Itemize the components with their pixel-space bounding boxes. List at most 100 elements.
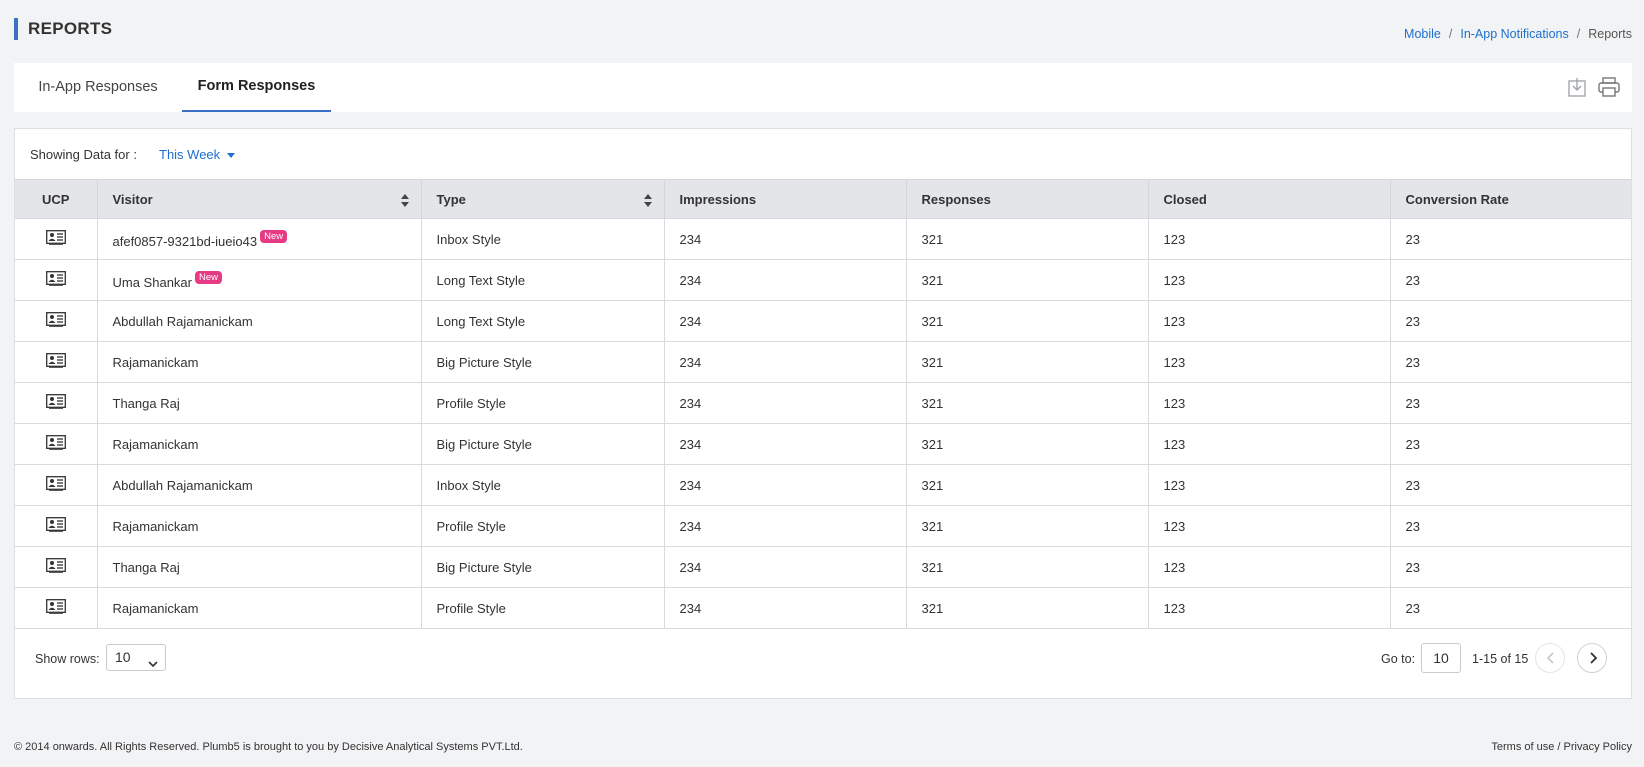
ucp-cell bbox=[15, 218, 98, 260]
type-cell: Profile Style bbox=[421, 587, 665, 629]
responses-cell: 321 bbox=[906, 464, 1149, 506]
closed-cell: 123 bbox=[1148, 218, 1391, 260]
visitor-name[interactable]: Rajamanickam bbox=[113, 355, 199, 370]
type-cell: Profile Style bbox=[421, 382, 665, 424]
contact-card-icon[interactable] bbox=[45, 312, 66, 330]
column-header-closed: Closed bbox=[1148, 179, 1391, 219]
visitor-name[interactable]: Rajamanickam bbox=[113, 519, 199, 534]
page-header: REPORTS Mobile / In-App Notifications / Repo… bbox=[14, 18, 1632, 42]
table-row: Thanga Raj Big Picture Style 234 321 123 23 bbox=[15, 546, 1631, 588]
impressions-cell: 234 bbox=[664, 218, 907, 260]
ucp-cell bbox=[15, 464, 98, 506]
show-rows-select[interactable]: 10 bbox=[106, 644, 166, 671]
conversion-rate-cell: 23 bbox=[1390, 259, 1631, 301]
closed-cell: 123 bbox=[1148, 259, 1391, 301]
breadcrumb-current: Reports bbox=[1588, 27, 1632, 41]
responses-cell: 321 bbox=[906, 505, 1149, 547]
visitor-name[interactable]: Thanga Raj bbox=[113, 396, 180, 411]
contact-card-icon[interactable] bbox=[45, 476, 66, 494]
type-cell: Long Text Style bbox=[421, 259, 665, 301]
ucp-cell bbox=[15, 259, 98, 301]
contact-card-icon[interactable] bbox=[45, 271, 66, 289]
impressions-cell: 234 bbox=[664, 341, 907, 383]
download-icon[interactable] bbox=[1568, 77, 1586, 100]
visitor-cell: Rajamanickam bbox=[97, 505, 422, 547]
chevron-left-icon bbox=[1546, 652, 1554, 664]
contact-card-icon[interactable] bbox=[45, 517, 66, 535]
responses-cell: 321 bbox=[906, 587, 1149, 629]
copyright-text: © 2014 onwards. All Rights Reserved. Plu… bbox=[14, 741, 523, 753]
tab-form-responses[interactable]: Form Responses bbox=[182, 63, 331, 112]
tab-in-app-responses[interactable]: In-App Responses bbox=[28, 63, 168, 112]
contact-card-icon[interactable] bbox=[45, 599, 66, 617]
column-header-type[interactable]: Type bbox=[421, 179, 665, 219]
breadcrumb-in-app-notifications[interactable]: In-App Notifications bbox=[1460, 27, 1568, 41]
conversion-rate-cell: 23 bbox=[1390, 382, 1631, 424]
responses-cell: 321 bbox=[906, 546, 1149, 588]
impressions-cell: 234 bbox=[664, 382, 907, 424]
breadcrumb-mobile[interactable]: Mobile bbox=[1404, 27, 1441, 41]
contact-card-icon[interactable] bbox=[45, 435, 66, 453]
conversion-rate-cell: 23 bbox=[1390, 341, 1631, 383]
next-page-button[interactable] bbox=[1577, 643, 1607, 673]
closed-cell: 123 bbox=[1148, 300, 1391, 342]
new-badge: New bbox=[194, 270, 222, 284]
ucp-cell bbox=[15, 505, 98, 547]
table-row: Rajamanickam Profile Style 234 321 123 23 bbox=[15, 587, 1631, 629]
footer-links: Terms of use / Privacy Policy bbox=[1491, 741, 1632, 753]
chevron-right-icon bbox=[1590, 652, 1598, 664]
column-header-impressions: Impressions bbox=[664, 179, 907, 219]
type-cell: Big Picture Style bbox=[421, 546, 665, 588]
sort-icon[interactable] bbox=[400, 194, 409, 210]
visitor-cell: Thanga Raj bbox=[97, 382, 422, 424]
goto-page-input[interactable]: 10 bbox=[1421, 643, 1461, 673]
new-badge: New bbox=[260, 229, 288, 243]
visitor-name[interactable]: Abdullah Rajamanickam bbox=[113, 314, 253, 329]
visitor-cell: Thanga Raj bbox=[97, 546, 422, 588]
table-header-row: UCP Visitor Type Impressions Responses C… bbox=[15, 179, 1631, 219]
impressions-cell: 234 bbox=[664, 259, 907, 301]
visitor-name[interactable]: Rajamanickam bbox=[113, 437, 199, 452]
table-row: Rajamanickam Profile Style 234 321 123 23 bbox=[15, 505, 1631, 547]
type-cell: Inbox Style bbox=[421, 464, 665, 506]
closed-cell: 123 bbox=[1148, 505, 1391, 547]
caret-down-icon bbox=[227, 153, 236, 159]
closed-cell: 123 bbox=[1148, 587, 1391, 629]
visitor-name[interactable]: Rajamanickam bbox=[113, 601, 199, 616]
visitor-cell: afef0857-9321bd-iueio43 New bbox=[97, 218, 422, 260]
contact-card-icon[interactable] bbox=[45, 558, 66, 576]
table-row: Abdullah Rajamanickam Inbox Style 234 321 12… bbox=[15, 464, 1631, 506]
table-body: afef0857-9321bd-iueio43 New Inbox Style 234… bbox=[15, 218, 1631, 629]
responses-cell: 321 bbox=[906, 218, 1149, 260]
visitor-name[interactable]: afef0857-9321bd-iueio43 bbox=[113, 234, 258, 249]
sort-icon[interactable] bbox=[643, 194, 652, 210]
show-rows-value: 10 bbox=[115, 649, 131, 665]
table-row: Rajamanickam Big Picture Style 234 321 123 23 bbox=[15, 341, 1631, 383]
visitor-cell: Rajamanickam bbox=[97, 587, 422, 629]
breadcrumb-separator: / bbox=[1448, 27, 1453, 41]
visitor-name[interactable]: Abdullah Rajamanickam bbox=[113, 478, 253, 493]
contact-card-icon[interactable] bbox=[45, 353, 66, 371]
visitor-cell: Uma Shankar New bbox=[97, 259, 422, 301]
footer-link-separator: / bbox=[1554, 741, 1564, 753]
contact-card-icon[interactable] bbox=[45, 394, 66, 412]
report-card: Showing Data for : This Week UCP Visitor… bbox=[14, 128, 1632, 699]
visitor-name[interactable]: Uma Shankar bbox=[113, 275, 192, 290]
pagination-bar: Show rows: 10 Go to: 10 1-15 of 15 bbox=[15, 629, 1631, 699]
terms-link[interactable]: Terms of use bbox=[1491, 741, 1554, 753]
ucp-cell bbox=[15, 546, 98, 588]
table-row: Rajamanickam Big Picture Style 234 321 123 23 bbox=[15, 423, 1631, 465]
print-icon[interactable] bbox=[1598, 77, 1620, 100]
chevron-down-icon bbox=[148, 652, 158, 677]
breadcrumb: Mobile / In-App Notifications / Reports bbox=[1404, 26, 1632, 42]
column-header-visitor[interactable]: Visitor bbox=[97, 179, 422, 219]
visitor-cell: Rajamanickam bbox=[97, 341, 422, 383]
responses-cell: 321 bbox=[906, 341, 1149, 383]
previous-page-button[interactable] bbox=[1535, 643, 1565, 673]
conversion-rate-cell: 23 bbox=[1390, 505, 1631, 547]
visitor-name[interactable]: Thanga Raj bbox=[113, 560, 180, 575]
date-range-dropdown[interactable]: This Week bbox=[159, 147, 236, 162]
contact-card-icon[interactable] bbox=[45, 230, 66, 248]
privacy-link[interactable]: Privacy Policy bbox=[1564, 741, 1632, 753]
column-header-responses: Responses bbox=[906, 179, 1149, 219]
